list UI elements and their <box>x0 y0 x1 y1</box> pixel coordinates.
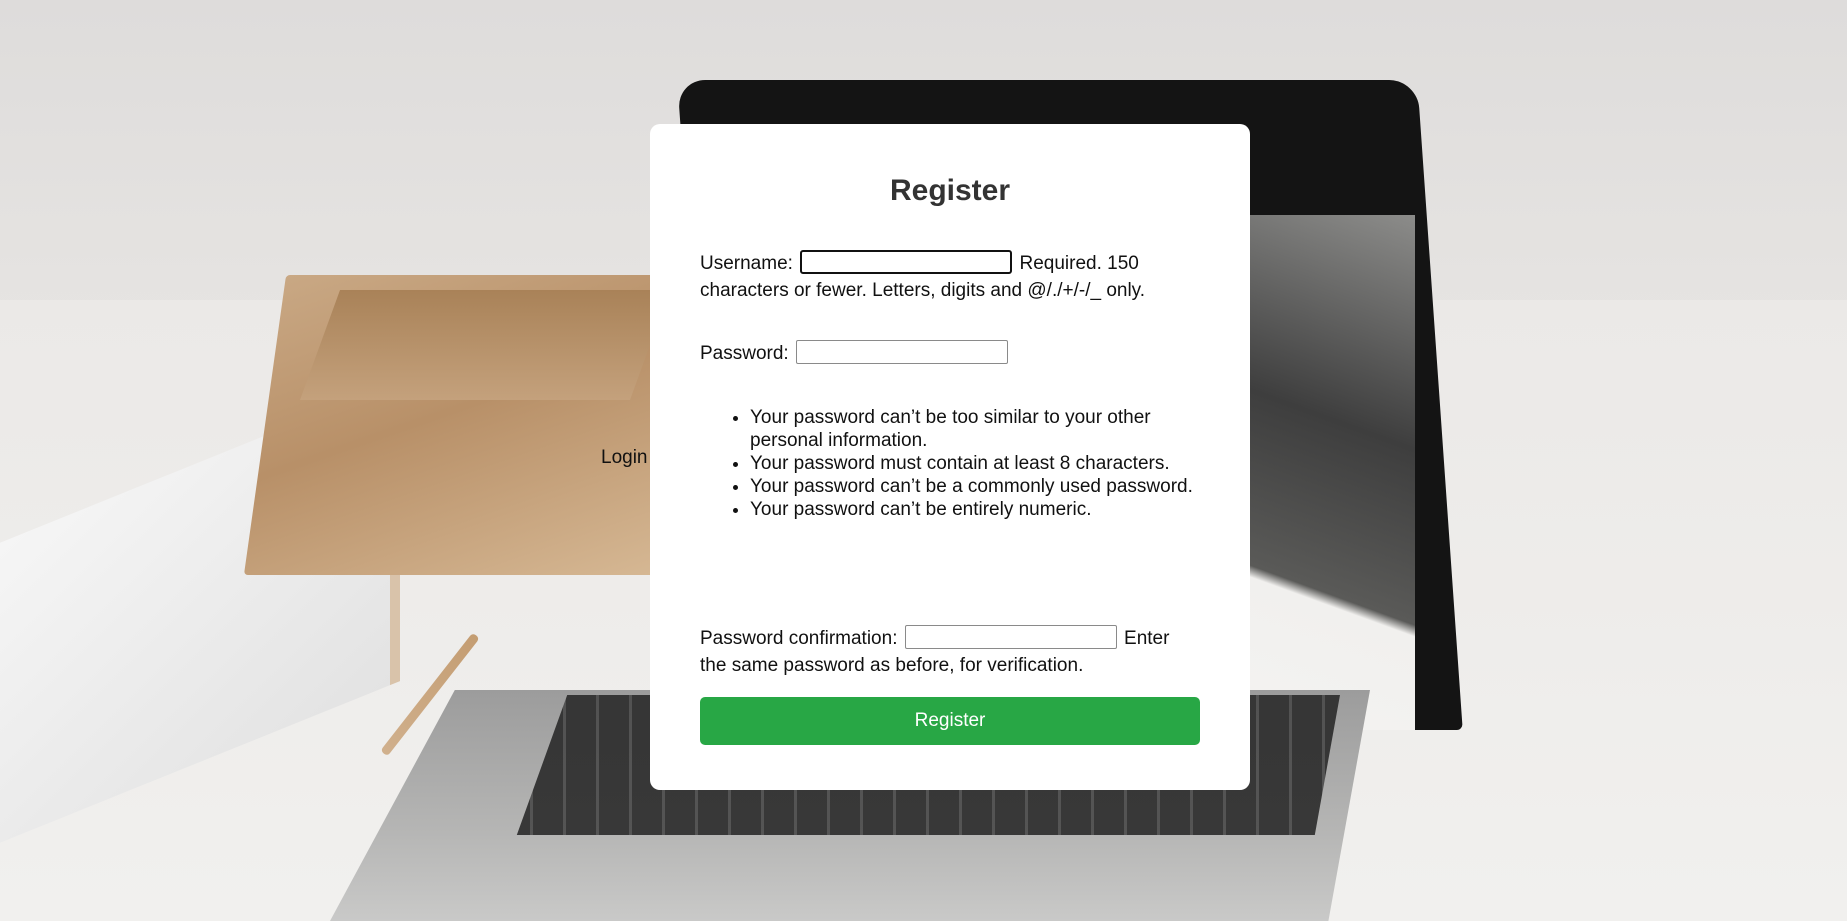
login-link[interactable]: Login <box>601 447 648 469</box>
password-confirmation-input[interactable] <box>904 625 1117 650</box>
page-background: Login Register Username: Required. 150 c… <box>0 0 1847 921</box>
username-input[interactable] <box>800 250 1013 275</box>
password-rule-item: Your password can’t be too similar to yo… <box>750 406 1210 452</box>
username-row: Username: Required. 150 characters or fe… <box>700 250 1200 304</box>
username-label: Username: <box>700 253 793 274</box>
password-rule-item: Your password can’t be a commonly used p… <box>750 475 1210 498</box>
register-button[interactable]: Register <box>700 697 1200 745</box>
password-rules-list: Your password can’t be too similar to yo… <box>700 406 1210 521</box>
password-confirmation-row: Password confirmation: Enter the same pa… <box>700 625 1200 679</box>
password-label: Password: <box>700 343 789 364</box>
register-title: Register <box>889 174 1011 207</box>
password-rule-item: Your password must contain at least 8 ch… <box>750 452 1210 475</box>
password-confirmation-label: Password confirmation: <box>700 628 898 649</box>
password-row: Password: <box>700 340 1200 367</box>
password-input[interactable] <box>795 340 1008 365</box>
register-card: Register Username: Required. 150 charact… <box>650 124 1250 790</box>
password-rule-item: Your password can’t be entirely numeric. <box>750 498 1210 521</box>
background-photo-wooden-box-inner <box>299 290 671 400</box>
